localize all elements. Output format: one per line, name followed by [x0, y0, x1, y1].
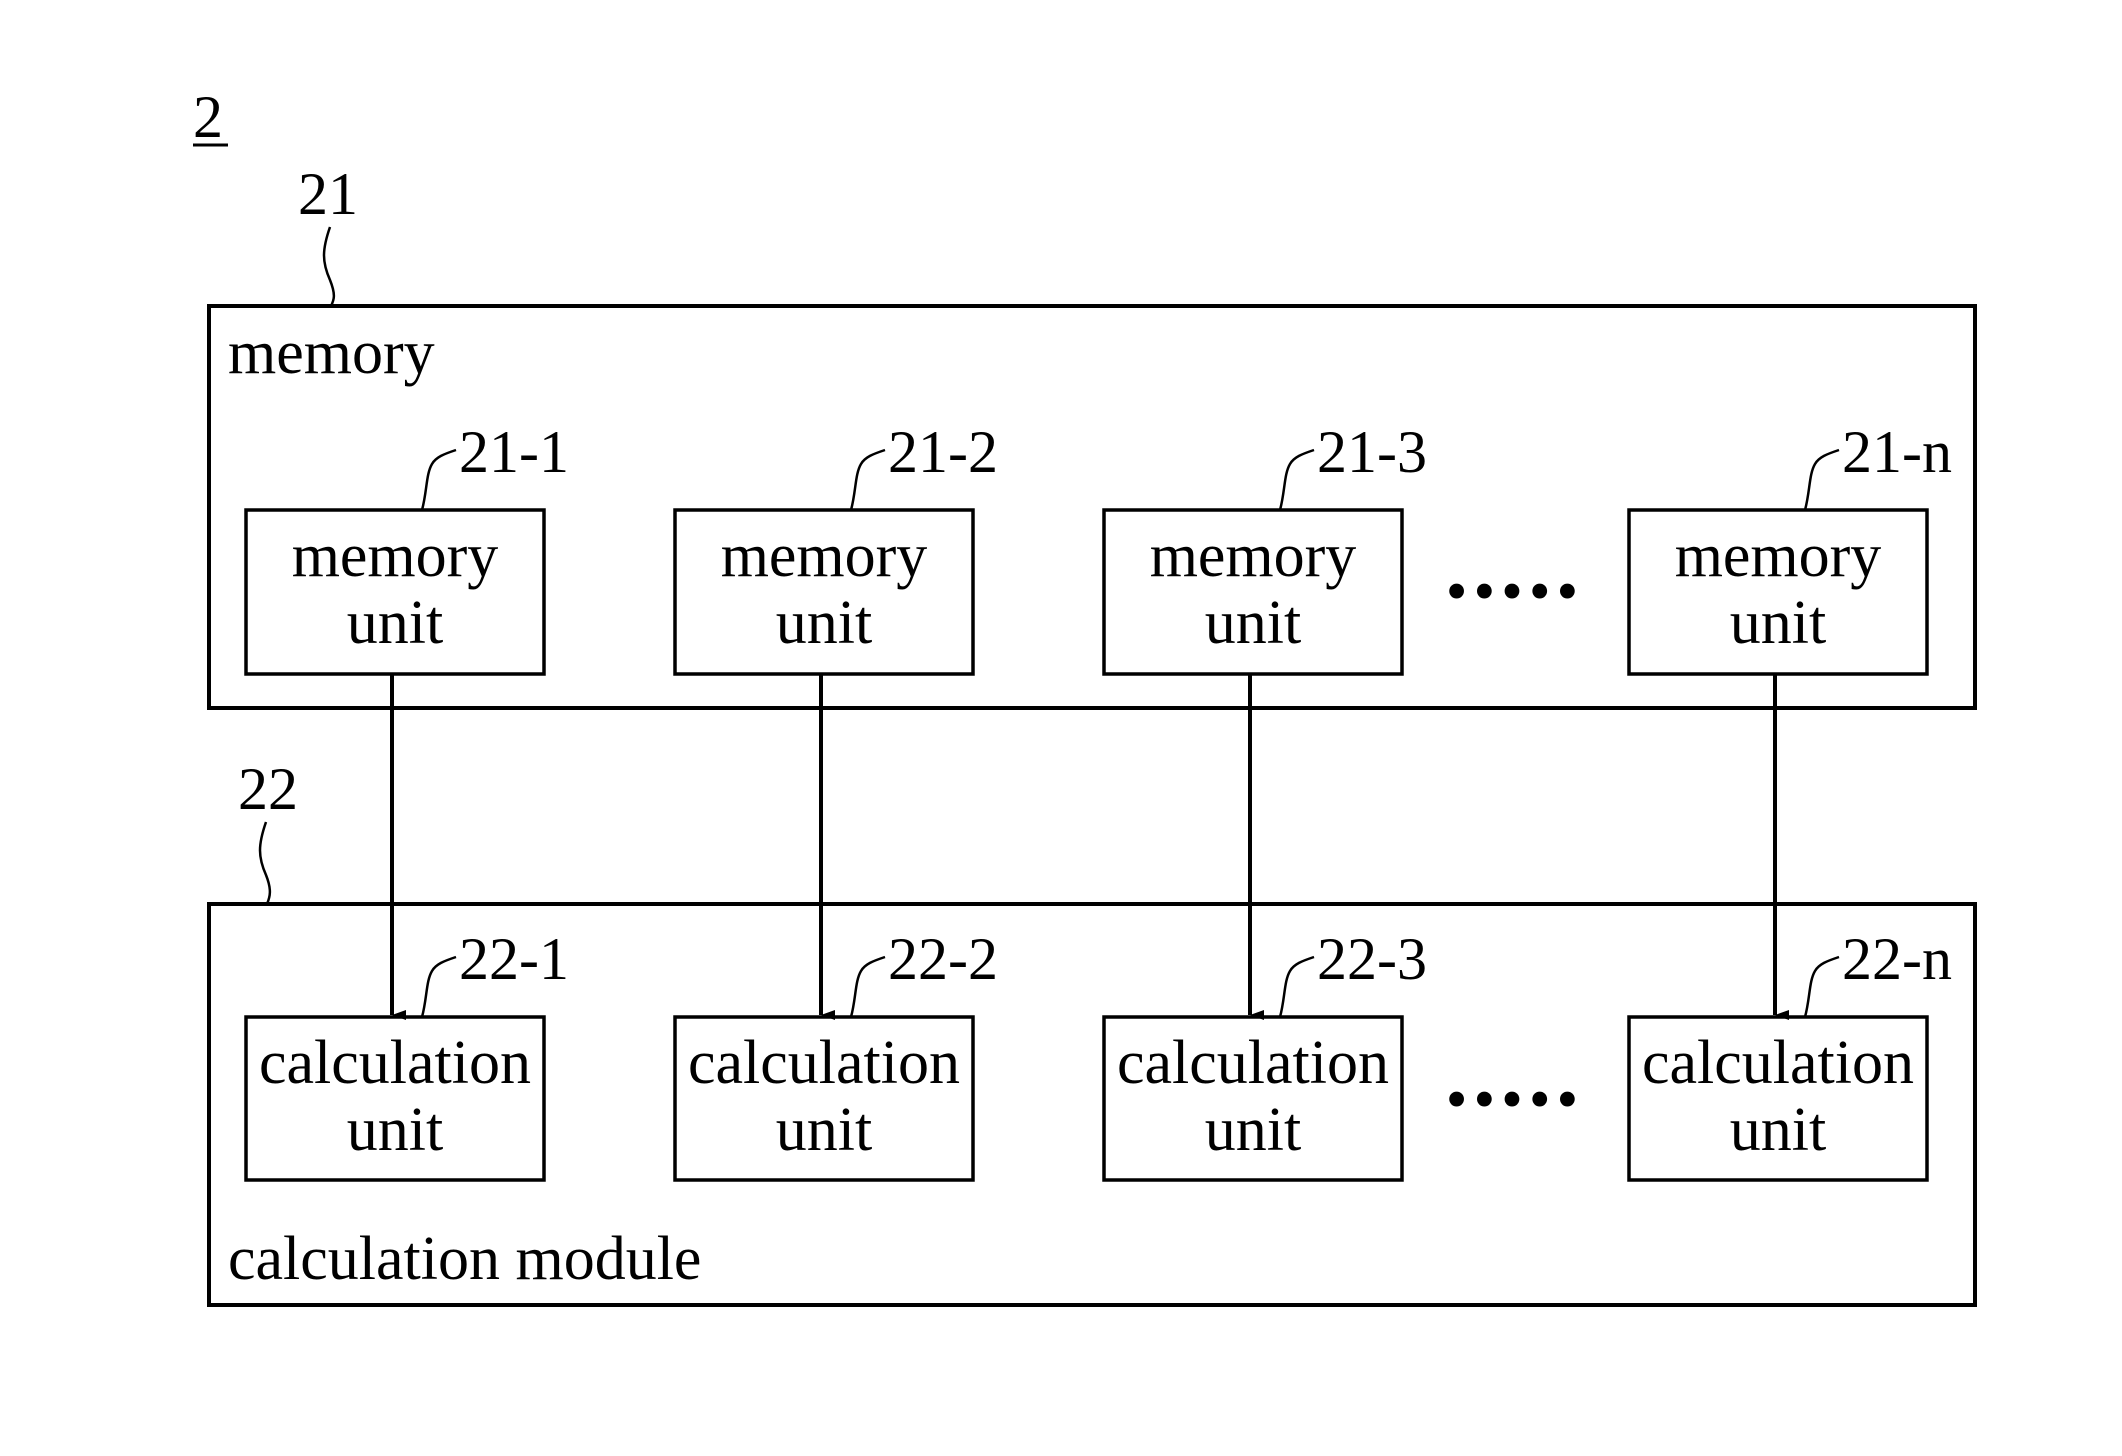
calculation-unit-leader-line — [1803, 955, 1840, 1018]
calculation-unit-leader-line — [420, 955, 457, 1018]
memory-unit-label-line1: memory — [1675, 522, 1882, 590]
memory-unit-label-line2: unit — [1730, 589, 1826, 657]
memory-unit-label-line1: memory — [292, 522, 499, 590]
calculation-unit: calculationunit 22-2 — [673, 926, 998, 1182]
calculation-unit-leader-line — [849, 955, 886, 1018]
calculation-unit-label-line1: calculation — [1642, 1029, 1914, 1097]
calculation-unit: calculationunit 22-3 — [1102, 926, 1427, 1182]
memory-unit-label-line1: memory — [721, 522, 928, 590]
calculation-unit-ref-label: 22-n — [1842, 926, 1952, 992]
memory-unit: memoryunit 21-1 — [244, 419, 569, 676]
memory-unit: memoryunit 21-2 — [673, 419, 998, 676]
memory-unit-label-line2: unit — [1205, 589, 1301, 657]
calculation-unit-label-line1: calculation — [1117, 1029, 1389, 1097]
calculation-unit-label-line2: unit — [1205, 1096, 1301, 1164]
memory-unit-ref-label: 21-2 — [888, 419, 998, 485]
calculation-unit-label-line1: calculation — [688, 1029, 960, 1097]
memory-unit-leader-line — [849, 448, 886, 511]
calculation-unit-label-line2: unit — [1730, 1096, 1826, 1164]
memory-unit: memoryunit 21-n — [1627, 419, 1952, 676]
memory-unit-leader-line — [1803, 448, 1840, 511]
memory-unit-label-line2: unit — [776, 589, 872, 657]
figure-number: 2 — [193, 84, 223, 150]
calculation-unit-leader-line — [1278, 955, 1315, 1018]
calculation-unit-ref-label: 22-2 — [888, 926, 998, 992]
memory-unit-label-line2: unit — [347, 589, 443, 657]
calculation-unit: calculationunit 22-n — [1627, 926, 1952, 1182]
memory-unit-leader-line — [1278, 448, 1315, 511]
calculation-unit-ref-label: 22-3 — [1317, 926, 1427, 992]
calculation-unit: calculationunit 22-1 — [244, 926, 569, 1182]
calculation-unit-ref-label: 22-1 — [459, 926, 569, 992]
memory-unit-label-line1: memory — [1150, 522, 1357, 590]
memory-unit-ref-label: 21-1 — [459, 419, 569, 485]
memory-ellipsis: ••••• — [1446, 558, 1585, 626]
memory-unit-leader-line — [420, 448, 457, 511]
calculation-unit-label-line2: unit — [776, 1096, 872, 1164]
calculation-unit-label-line2: unit — [347, 1096, 443, 1164]
memory-ref-label: 21 — [298, 161, 358, 227]
calculation-ref-label: 22 — [238, 756, 298, 822]
memory-block-label: memory — [228, 319, 435, 387]
memory-unit-ref-label: 21-3 — [1317, 419, 1427, 485]
calculation-unit-label-line1: calculation — [259, 1029, 531, 1097]
memory-leader-line — [322, 226, 336, 307]
memory-unit-ref-label: 21-n — [1842, 419, 1952, 485]
calculation-ellipsis: ••••• — [1446, 1066, 1585, 1134]
block-diagram: 2 21 memory memoryunit21-1memoryunit21-2… — [193, 84, 1977, 1307]
calculation-module-label: calculation module — [228, 1225, 701, 1293]
calculation-leader-line — [258, 821, 272, 905]
memory-unit: memoryunit 21-3 — [1102, 419, 1427, 676]
